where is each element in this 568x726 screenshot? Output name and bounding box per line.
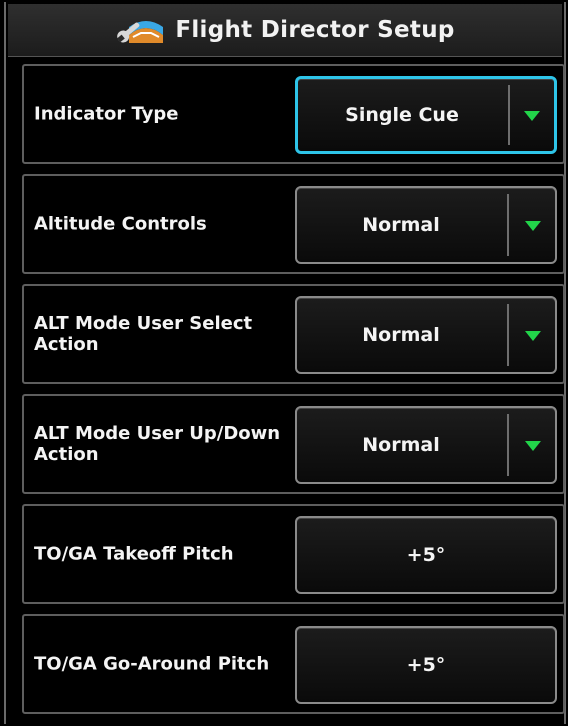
dropdown-divider <box>507 414 509 476</box>
dropdown-arrow-icon[interactable] <box>525 331 541 341</box>
setting-row-alt-mode-select: ALT Mode User Select Action Normal <box>22 284 565 384</box>
dropdown-value: Single Cue <box>345 104 459 126</box>
setting-row-alt-mode-updown: ALT Mode User Up/Down Action Normal <box>22 394 565 494</box>
setting-row-indicator-type: Indicator Type Single Cue <box>22 64 565 164</box>
setting-label: ALT Mode User Up/Down Action <box>34 423 281 465</box>
toga-takeoff-pitch-button[interactable]: +5° <box>295 516 557 594</box>
setting-row-altitude-controls: Altitude Controls Normal <box>22 174 565 274</box>
setting-label: TO/GA Takeoff Pitch <box>34 543 234 565</box>
indicator-type-dropdown[interactable]: Single Cue <box>295 76 557 154</box>
dropdown-arrow-icon[interactable] <box>525 221 541 231</box>
dropdown-divider <box>508 85 510 145</box>
alt-mode-updown-dropdown[interactable]: Normal <box>295 406 557 484</box>
toga-goaround-pitch-button[interactable]: +5° <box>295 626 557 704</box>
setting-label: TO/GA Go-Around Pitch <box>34 653 270 675</box>
dropdown-divider <box>507 194 509 256</box>
dropdown-value: Normal <box>362 214 440 236</box>
setting-label: Indicator Type <box>34 103 179 125</box>
dropdown-value: Normal <box>362 324 440 346</box>
setting-label: ALT Mode User Select Action <box>34 313 253 355</box>
dropdown-value: Normal <box>362 434 440 456</box>
setting-label: Altitude Controls <box>34 213 207 235</box>
dropdown-arrow-icon[interactable] <box>524 111 540 121</box>
button-value: +5° <box>406 654 446 676</box>
wrench-setup-icon <box>115 13 165 47</box>
dropdown-divider <box>507 304 509 366</box>
button-value: +5° <box>406 544 446 566</box>
alt-mode-select-dropdown[interactable]: Normal <box>295 296 557 374</box>
dropdown-arrow-icon[interactable] <box>525 441 541 451</box>
page-title: Flight Director Setup <box>175 17 455 43</box>
setting-row-toga-goaround: TO/GA Go-Around Pitch +5° <box>22 614 565 714</box>
altitude-controls-dropdown[interactable]: Normal <box>295 186 557 264</box>
title-bar: Flight Director Setup <box>8 4 562 57</box>
setting-row-toga-takeoff: TO/GA Takeoff Pitch +5° <box>22 504 565 604</box>
